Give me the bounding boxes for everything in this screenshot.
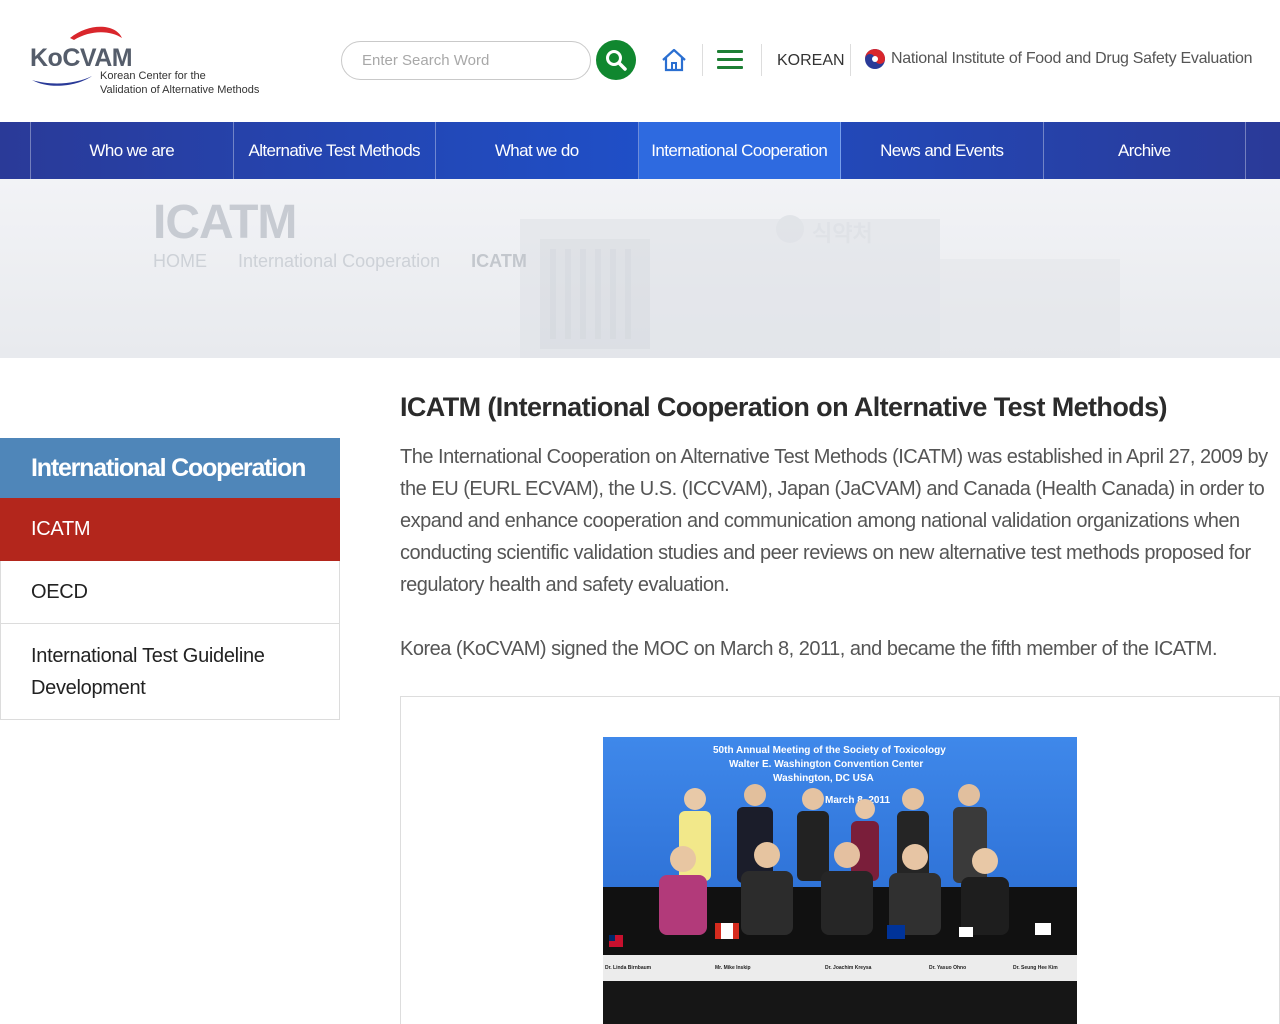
search-box <box>341 41 591 80</box>
taegeuk-icon <box>865 49 885 69</box>
nameplate: Dr. Linda Birnbaum <box>605 965 652 971</box>
hero-title: ICATM <box>153 196 297 249</box>
search-input[interactable] <box>362 42 582 79</box>
divider <box>850 44 851 76</box>
nav-who-we-are[interactable]: Who we are <box>31 122 234 179</box>
sidebar-item-oecd[interactable]: OECD <box>0 561 340 624</box>
breadcrumb-section[interactable]: International Cooperation <box>238 251 440 271</box>
logo-subtitle: Korean Center for the <box>100 70 206 82</box>
nav-archive[interactable]: Archive <box>1044 122 1246 179</box>
nav-international-cooperation[interactable]: International Cooperation <box>638 122 841 179</box>
breadcrumb-current: ICATM <box>471 251 527 271</box>
nav-alternative-test-methods[interactable]: Alternative Test Methods <box>234 122 436 179</box>
building-illustration: 식약처 <box>520 215 1120 358</box>
sidebar-item-test-guideline-development[interactable]: International Test Guideline Development <box>0 624 340 720</box>
site-header: KoCVAM Korean Center for the Validation … <box>0 0 1280 122</box>
logo-title: KoCVAM <box>30 44 133 72</box>
nameplate: Dr. Yasuo Ohno <box>929 965 967 971</box>
sidebar-item-icatm[interactable]: ICATM <box>0 498 340 561</box>
home-button[interactable] <box>660 46 688 74</box>
main-content: ICATM (International Cooperation on Alte… <box>400 392 1280 665</box>
icatm-signing-photo: 50th Annual Meeting of the Society of To… <box>603 737 1077 1024</box>
page-title: ICATM (International Cooperation on Alte… <box>400 392 1168 422</box>
sidebar-title: International Cooperation <box>0 438 340 498</box>
korea-membership-paragraph: Korea (KoCVAM) signed the MOC on March 8… <box>400 638 1218 660</box>
logo-subtitle: Validation of Alternative Methods <box>100 84 260 96</box>
institute-label: National Institute of Food and Drug Safe… <box>891 50 1253 67</box>
search-icon <box>606 50 627 71</box>
photo-frame: 50th Annual Meeting of the Society of To… <box>400 696 1280 1024</box>
nameplate: Dr. Joachim Kreysa <box>825 965 872 971</box>
institute-link[interactable]: National Institute of Food and Drug Safe… <box>864 48 1253 70</box>
search-button[interactable] <box>596 40 636 80</box>
nameplate: Mr. Mike Inskip <box>715 965 751 971</box>
hamburger-line-icon <box>717 58 743 61</box>
breadcrumb-home[interactable]: HOME <box>153 251 207 271</box>
kocvam-logo[interactable]: KoCVAM Korean Center for the Validation … <box>30 24 270 100</box>
menu-button[interactable] <box>717 50 745 72</box>
hamburger-line-icon <box>717 66 743 69</box>
sidebar: International Cooperation ICATM OECD Int… <box>0 438 340 720</box>
divider <box>702 44 703 76</box>
main-navigation: Who we are Alternative Test Methods What… <box>0 122 1280 179</box>
divider <box>761 44 762 76</box>
page-hero-banner: 식약처 ICATM HOME International Cooperation… <box>0 179 1280 358</box>
intro-paragraph: The International Cooperation on Alterna… <box>400 446 1268 596</box>
nameplate: Dr. Seung Hee Kim <box>1013 965 1058 971</box>
svg-text:식약처: 식약처 <box>812 222 873 247</box>
korean-language-link[interactable]: KOREAN <box>777 52 845 70</box>
home-icon <box>662 48 686 72</box>
breadcrumb: HOME International Cooperation ICATM <box>153 251 553 272</box>
nav-news-and-events[interactable]: News and Events <box>841 122 1044 179</box>
hamburger-line-icon <box>717 50 743 53</box>
nav-what-we-do[interactable]: What we do <box>436 122 639 179</box>
group-photo-illustration <box>603 784 1077 1024</box>
